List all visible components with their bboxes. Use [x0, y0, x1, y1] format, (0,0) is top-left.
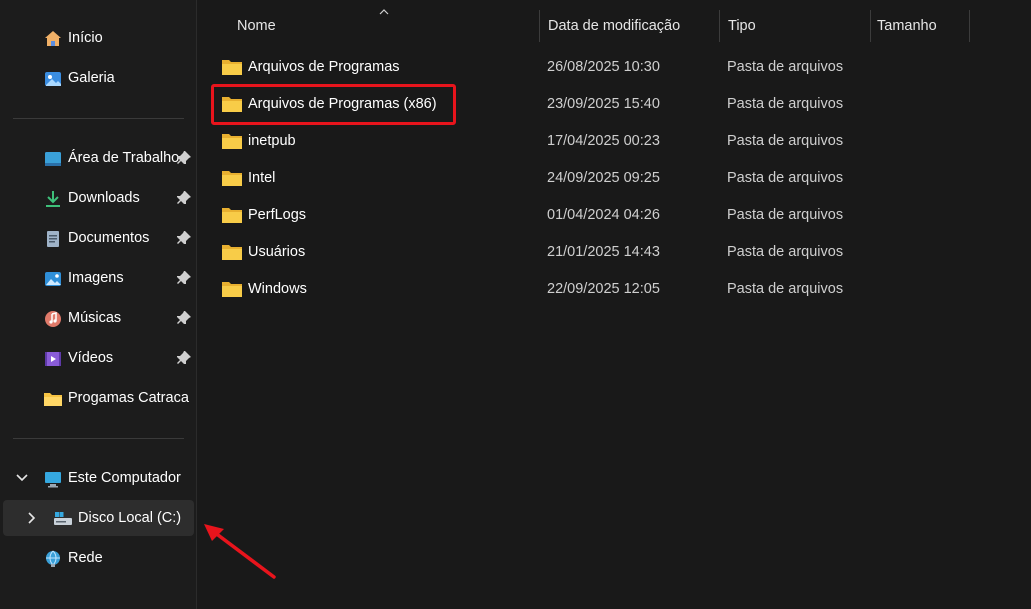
file-type: Pasta de arquivos: [727, 281, 844, 297]
pin-icon[interactable]: [176, 350, 192, 366]
nav-item-progamas-catraca[interactable]: Progamas Catraca: [3, 380, 194, 416]
file-date: 01/04/2024 04:26: [547, 207, 660, 223]
pin-icon[interactable]: [176, 190, 192, 206]
nav-item-network[interactable]: Rede: [3, 540, 194, 576]
file-name: PerfLogs: [248, 207, 307, 223]
pin-icon[interactable]: [176, 230, 192, 246]
nav-item-local-disk[interactable]: Disco Local (C:): [3, 500, 194, 536]
nav-item-documents[interactable]: Documentos: [3, 220, 194, 256]
folder-icon: [44, 393, 62, 406]
nav-item-pictures[interactable]: Imagens: [3, 260, 194, 296]
file-date: 17/04/2025 00:23: [547, 133, 660, 149]
documents-icon: [47, 231, 59, 247]
column-header-size[interactable]: Tamanho: [868, 10, 968, 42]
file-date: 24/09/2025 09:25: [547, 170, 660, 186]
computer-icon: [45, 472, 61, 488]
music-icon: [45, 311, 61, 327]
folder-icon: [222, 60, 242, 75]
nav-item-this-pc[interactable]: Este Computador: [3, 460, 194, 496]
file-row[interactable]: Intel 24/09/2025 09:25 Pasta de arquivos: [214, 161, 974, 195]
chevron-down-icon[interactable]: [15, 471, 29, 485]
file-name: Arquivos de Programas: [248, 59, 400, 75]
file-row[interactable]: inetpub 17/04/2025 00:23 Pasta de arquiv…: [214, 124, 974, 158]
file-date: 23/09/2025 15:40: [547, 96, 660, 112]
file-name: Intel: [248, 170, 276, 186]
nav-divider: [13, 438, 184, 439]
column-header-type[interactable]: Tipo: [719, 10, 870, 42]
file-date: 21/01/2025 14:43: [547, 244, 660, 260]
file-name: Usuários: [248, 244, 306, 260]
nav-label: Rede: [68, 550, 103, 566]
folder-icon: [222, 171, 242, 186]
nav-label: Área de Trabalho: [68, 150, 180, 166]
nav-label: Disco Local (C:): [78, 510, 182, 526]
drive-icon: [54, 512, 72, 525]
nav-label: Início: [68, 30, 103, 46]
pin-icon[interactable]: [176, 310, 192, 326]
folder-icon: [222, 134, 242, 149]
nav-label: Galeria: [68, 70, 115, 86]
chevron-right-icon[interactable]: [25, 511, 39, 525]
file-type: Pasta de arquivos: [727, 133, 844, 149]
nav-item-music[interactable]: Músicas: [3, 300, 194, 336]
column-header-date[interactable]: Data de modificação: [539, 10, 719, 42]
nav-item-videos[interactable]: Vídeos: [3, 340, 194, 376]
folder-icon: [222, 245, 242, 260]
pin-icon[interactable]: [176, 150, 192, 166]
file-name: Windows: [248, 281, 307, 297]
network-icon: [46, 550, 60, 567]
nav-label: Documentos: [68, 230, 150, 246]
file-type: Pasta de arquivos: [727, 207, 844, 223]
annotation-arrow-icon: [204, 524, 276, 579]
file-type: Pasta de arquivos: [727, 59, 844, 75]
videos-icon: [45, 352, 61, 366]
nav-label: Progamas Catraca: [68, 390, 189, 406]
nav-label: Downloads: [68, 190, 140, 206]
nav-item-home[interactable]: Início: [3, 20, 194, 56]
nav-item-desktop[interactable]: Área de Trabalho: [3, 140, 194, 176]
nav-divider: [13, 118, 184, 119]
pictures-icon: [45, 272, 61, 286]
file-date: 22/09/2025 12:05: [547, 281, 660, 297]
file-type: Pasta de arquivos: [727, 170, 844, 186]
file-date: 26/08/2025 10:30: [547, 59, 660, 75]
folder-icon: [222, 208, 242, 223]
file-row[interactable]: Windows 22/09/2025 12:05 Pasta de arquiv…: [214, 272, 974, 306]
pin-icon[interactable]: [176, 270, 192, 286]
file-type: Pasta de arquivos: [727, 244, 844, 260]
nav-label: Músicas: [68, 310, 122, 326]
column-divider[interactable]: [969, 10, 970, 42]
annotation-highlight-box: [211, 84, 456, 125]
nav-label: Este Computador: [68, 470, 181, 486]
desktop-icon: [45, 152, 61, 166]
column-header-name[interactable]: Nome: [228, 10, 539, 42]
file-type: Pasta de arquivos: [727, 96, 844, 112]
downloads-icon: [46, 191, 60, 207]
file-row[interactable]: Arquivos de Programas 26/08/2025 10:30 P…: [214, 50, 974, 84]
file-row[interactable]: PerfLogs 01/04/2024 04:26 Pasta de arqui…: [214, 198, 974, 232]
home-icon: [45, 31, 61, 46]
nav-item-gallery[interactable]: Galeria: [3, 60, 194, 96]
gallery-icon: [45, 72, 61, 86]
nav-item-downloads[interactable]: Downloads: [3, 180, 194, 216]
file-row[interactable]: Usuários 21/01/2025 14:43 Pasta de arqui…: [214, 235, 974, 269]
navigation-pane: Início Galeria Área de Trabalho Download…: [0, 0, 197, 609]
nav-label: Imagens: [68, 270, 124, 286]
folder-icon: [222, 282, 242, 297]
file-name: inetpub: [248, 133, 296, 149]
nav-label: Vídeos: [68, 350, 114, 366]
